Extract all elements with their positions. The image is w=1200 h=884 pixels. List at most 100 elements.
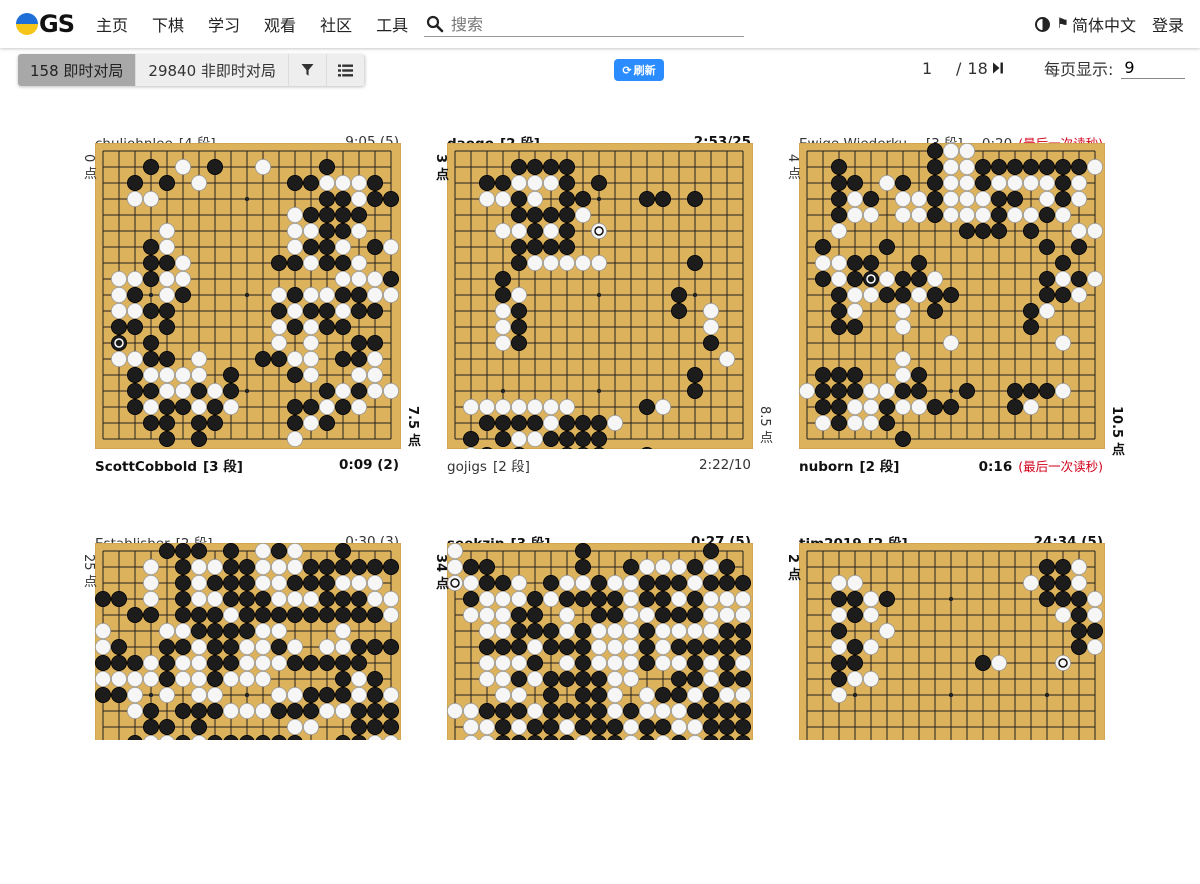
black-stone [702,575,719,592]
black-stone [911,382,928,399]
black-stone [847,591,864,608]
black-stone [318,207,335,224]
nav-item-tools[interactable]: 工具 [376,12,408,36]
theme-toggle-icon[interactable] [1035,16,1051,32]
white-stone [159,382,176,399]
white-stone [638,686,655,703]
black-stone [207,702,224,719]
black-stone [238,575,255,592]
player-username[interactable]: nuborn [799,459,853,475]
white-stone [606,575,623,592]
black-stone [511,639,528,656]
black-stone [511,607,528,624]
white-player-line: ScottCobbold [3 段] 0:09 (2) [95,455,399,475]
game-card[interactable]: Ewige-Wiederku...[3 段]0:20(最后一次读秒)4 点10.… [785,134,1124,484]
go-board[interactable] [799,543,1105,740]
black-stone [926,191,943,208]
correspondence-games-tab[interactable]: 29840 非即时对局 [136,54,289,86]
white-stone [302,318,319,335]
white-stone [382,591,399,608]
black-score: 4 点 [785,154,800,180]
black-stone [127,175,144,192]
list-view-button[interactable] [326,54,365,86]
live-games-tab[interactable]: 158 即时对局 [18,54,137,86]
game-card[interactable]: tim2019[2 段]24:34 (5)2 点 [785,534,1105,884]
black-stone [1006,398,1023,415]
white-stone [350,670,367,687]
white-stone [175,382,192,399]
black-stone [318,223,335,240]
white-stone [382,382,399,399]
black-stone [222,655,239,672]
white-player-name[interactable]: gojigs [2 段] [447,455,530,475]
black-stone [350,334,367,351]
nav-item-watch[interactable]: 观看 [264,12,296,36]
go-board[interactable] [447,143,753,449]
black-stone [974,175,991,192]
white-player-name[interactable]: nuborn [2 段] [799,455,899,475]
search-input[interactable] [449,13,729,35]
last-page-icon[interactable] [992,61,1004,75]
black-stone [718,670,735,687]
white-stone [479,718,496,735]
nav-item-home[interactable]: 主页 [96,12,128,36]
black-stone [926,302,943,319]
white-stone [847,575,864,592]
white-stone [495,191,512,208]
game-card[interactable]: seekzip[3 段]0:27 (5)34 点 [433,534,753,884]
black-stone [191,718,208,735]
language-flag-icon[interactable]: ⚑ [1056,16,1069,32]
player-username[interactable]: gojigs [447,459,487,475]
language-selector[interactable]: 简体中文 [1072,12,1136,36]
game-card[interactable]: chuljohnlee[4 段]9:05 (5)0 点7.5 点ScottCob… [81,134,420,484]
black-stone [511,702,528,719]
white-stone [191,639,208,656]
black-stone [366,702,383,719]
white-player-line: gojigs [2 段] 2:22/10 [447,455,751,475]
go-board[interactable] [95,543,401,740]
white-stone [270,318,287,335]
white-stone [254,702,271,719]
black-stone [527,623,544,640]
white-stone [606,655,623,672]
black-stone [175,607,192,624]
refresh-button[interactable]: ⟳ 刷新 [614,59,664,81]
black-stone [286,702,303,719]
black-stone [382,718,399,735]
black-stone [286,318,303,335]
go-board[interactable] [95,143,401,449]
black-stone [574,686,591,703]
nav-item-play[interactable]: 下棋 [152,12,184,36]
white-stone [382,607,399,624]
white-stone [238,670,255,687]
game-card[interactable]: Establisher[2 段]0:30 (3)25 点 [81,534,401,884]
black-stone [350,607,367,624]
black-stone [495,718,512,735]
white-player-name[interactable]: ScottCobbold [3 段] [95,455,243,475]
white-stone [495,670,512,687]
white-stone [334,175,351,192]
nav-item-community[interactable]: 社区 [320,12,352,36]
current-page[interactable]: 1 [922,59,956,78]
black-stone [814,398,831,415]
white-stone [302,366,319,383]
white-stone [638,607,655,624]
white-stone [127,670,144,687]
white-stone [911,398,928,415]
black-stone [366,191,383,208]
nav-item-learn[interactable]: 学习 [208,12,240,36]
filter-button[interactable] [288,54,327,86]
white-stone [831,686,848,703]
black-stone [686,558,703,575]
black-stone [495,702,512,719]
per-page-input[interactable] [1121,57,1186,79]
game-card[interactable]: daogo[2 段]2:53/253 点8.5 点gojigs[2 段]2:22… [433,134,772,484]
white-stone [127,191,144,208]
ogs-logo[interactable]: GS [16,12,75,36]
player-username[interactable]: ScottCobbold [95,459,197,475]
white-stone [718,350,735,367]
go-board[interactable] [799,143,1105,449]
white-stone [622,639,639,656]
login-link[interactable]: 登录 [1152,12,1184,36]
go-board[interactable] [447,543,753,740]
